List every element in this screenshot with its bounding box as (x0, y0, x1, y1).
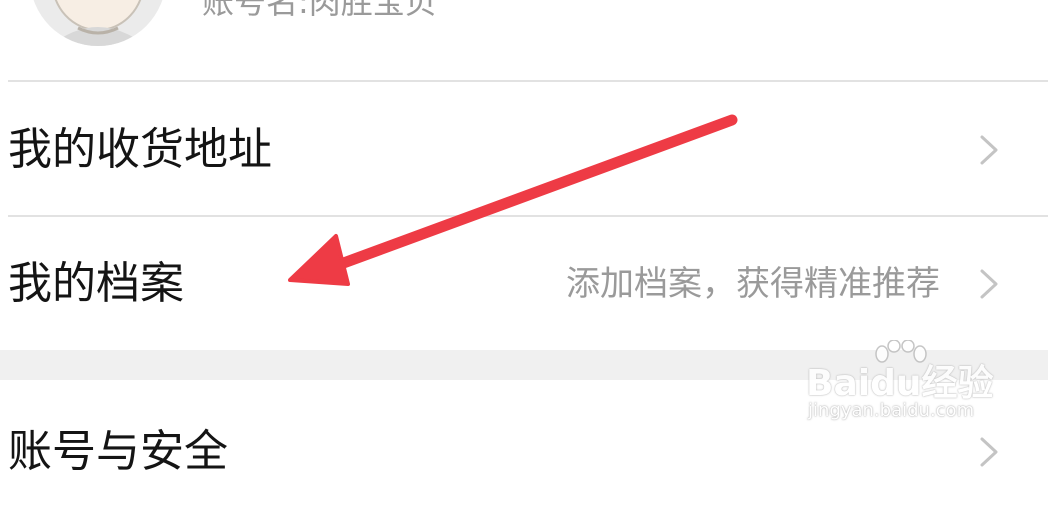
watermark-brand: Baidu经验 (806, 363, 994, 404)
account-name: 账号名:肉胜宝贝 (202, 0, 437, 21)
menu-item-label: 我的收货地址 (8, 124, 272, 175)
menu-item-hint: 添加档案，获得精准推荐 (566, 264, 940, 304)
watermark: Baidu经验 jingyan.baidu.com (806, 340, 1006, 430)
chevron-right-icon (980, 135, 998, 165)
avatar[interactable] (30, 0, 166, 46)
menu-item-label: 账号与安全 (8, 426, 228, 477)
profile-header[interactable]: 账号名:肉胜宝贝 (0, 0, 1048, 80)
chevron-right-icon (980, 269, 998, 299)
divider (8, 215, 1048, 217)
chevron-right-icon (980, 437, 998, 467)
menu-item-my-profile[interactable]: 我的档案 添加档案，获得精准推荐 (0, 218, 1048, 350)
divider (8, 80, 1048, 82)
menu-item-label: 我的档案 (8, 258, 184, 309)
menu-item-shipping-address[interactable]: 我的收货地址 (0, 84, 1048, 216)
watermark-url: jingyan.baidu.com (808, 400, 975, 421)
